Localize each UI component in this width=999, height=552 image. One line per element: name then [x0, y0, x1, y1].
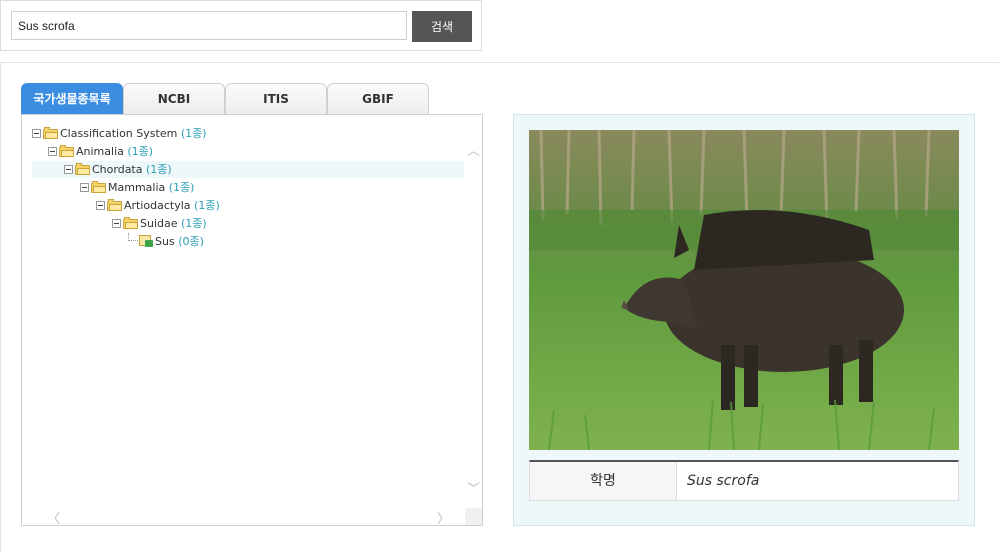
- tree-node[interactable]: Suidae (1종): [112, 215, 207, 232]
- wild-boar-photo: [529, 130, 959, 450]
- tree-node-count: (1종): [168, 181, 195, 194]
- scrollbar-corner: [465, 508, 482, 525]
- search-box: 검색: [0, 0, 482, 51]
- scroll-left-icon[interactable]: 〈: [47, 508, 60, 527]
- folder-icon: [75, 163, 90, 175]
- tree-node-name[interactable]: Mammalia: [108, 181, 165, 194]
- tree-node-name[interactable]: Chordata: [92, 163, 143, 176]
- scientific-name-value: Sus scrofa: [687, 473, 760, 489]
- tree-node-name[interactable]: Suidae: [140, 217, 178, 230]
- scroll-down-icon[interactable]: ﹀: [467, 478, 480, 497]
- folder-icon: [107, 199, 122, 211]
- scroll-up-icon[interactable]: ︿: [467, 140, 480, 159]
- tree-node[interactable]: Sus (0종): [128, 233, 204, 250]
- tree-node-count: (1종): [180, 127, 207, 140]
- tree-node-count: (1종): [127, 145, 154, 158]
- leaf-node-icon: [139, 235, 153, 247]
- collapse-toggle-icon[interactable]: [64, 165, 73, 174]
- classification-tree-panel[interactable]: Classification System (1종) Animalia (1종) C…: [21, 114, 483, 527]
- tree-node-count: (1종): [194, 199, 220, 212]
- scroll-right-icon[interactable]: 〉: [437, 508, 450, 527]
- tab-national-species-list[interactable]: 국가생물종목록: [21, 83, 123, 114]
- folder-icon: [123, 217, 138, 229]
- collapse-toggle-icon[interactable]: [96, 201, 105, 210]
- search-input[interactable]: [11, 11, 407, 40]
- tree-node-name[interactable]: Sus: [155, 235, 175, 248]
- collapse-toggle-icon[interactable]: [112, 219, 121, 228]
- collapse-toggle-icon[interactable]: [32, 129, 41, 138]
- tree-node-count: (1종): [181, 217, 207, 230]
- tree-node[interactable]: Mammalia (1종): [80, 179, 194, 196]
- tab-gbif[interactable]: GBIF: [327, 83, 429, 114]
- species-info-panel: 학명 Sus scrofa: [513, 114, 975, 526]
- tree-node[interactable]: Chordata (1종): [32, 161, 464, 178]
- tree-node-name[interactable]: Animalia: [76, 145, 124, 158]
- tree-node-count: (0종): [178, 235, 204, 248]
- tree-node-name[interactable]: Artiodactyla: [124, 199, 191, 212]
- wild-boar-illustration: [529, 130, 959, 450]
- scientific-name-table: 학명 Sus scrofa: [529, 460, 959, 501]
- search-button[interactable]: 검색: [412, 11, 472, 42]
- tree-node[interactable]: Artiodactyla (1종): [96, 197, 220, 214]
- scientific-name-label: 학명: [530, 462, 677, 500]
- collapse-toggle-icon[interactable]: [80, 183, 89, 192]
- tree-node-name[interactable]: Classification System: [60, 127, 177, 140]
- tab-itis[interactable]: ITIS: [225, 83, 327, 114]
- collapse-toggle-icon[interactable]: [48, 147, 57, 156]
- tree-node[interactable]: Animalia (1종): [48, 143, 153, 160]
- tree-connector: [128, 233, 138, 241]
- tree-node[interactable]: Classification System (1종): [32, 125, 207, 142]
- folder-icon: [59, 145, 74, 157]
- tree-node-count: (1종): [146, 163, 172, 176]
- folder-icon: [91, 181, 106, 193]
- tab-ncbi[interactable]: NCBI: [123, 83, 225, 114]
- folder-icon: [43, 127, 58, 139]
